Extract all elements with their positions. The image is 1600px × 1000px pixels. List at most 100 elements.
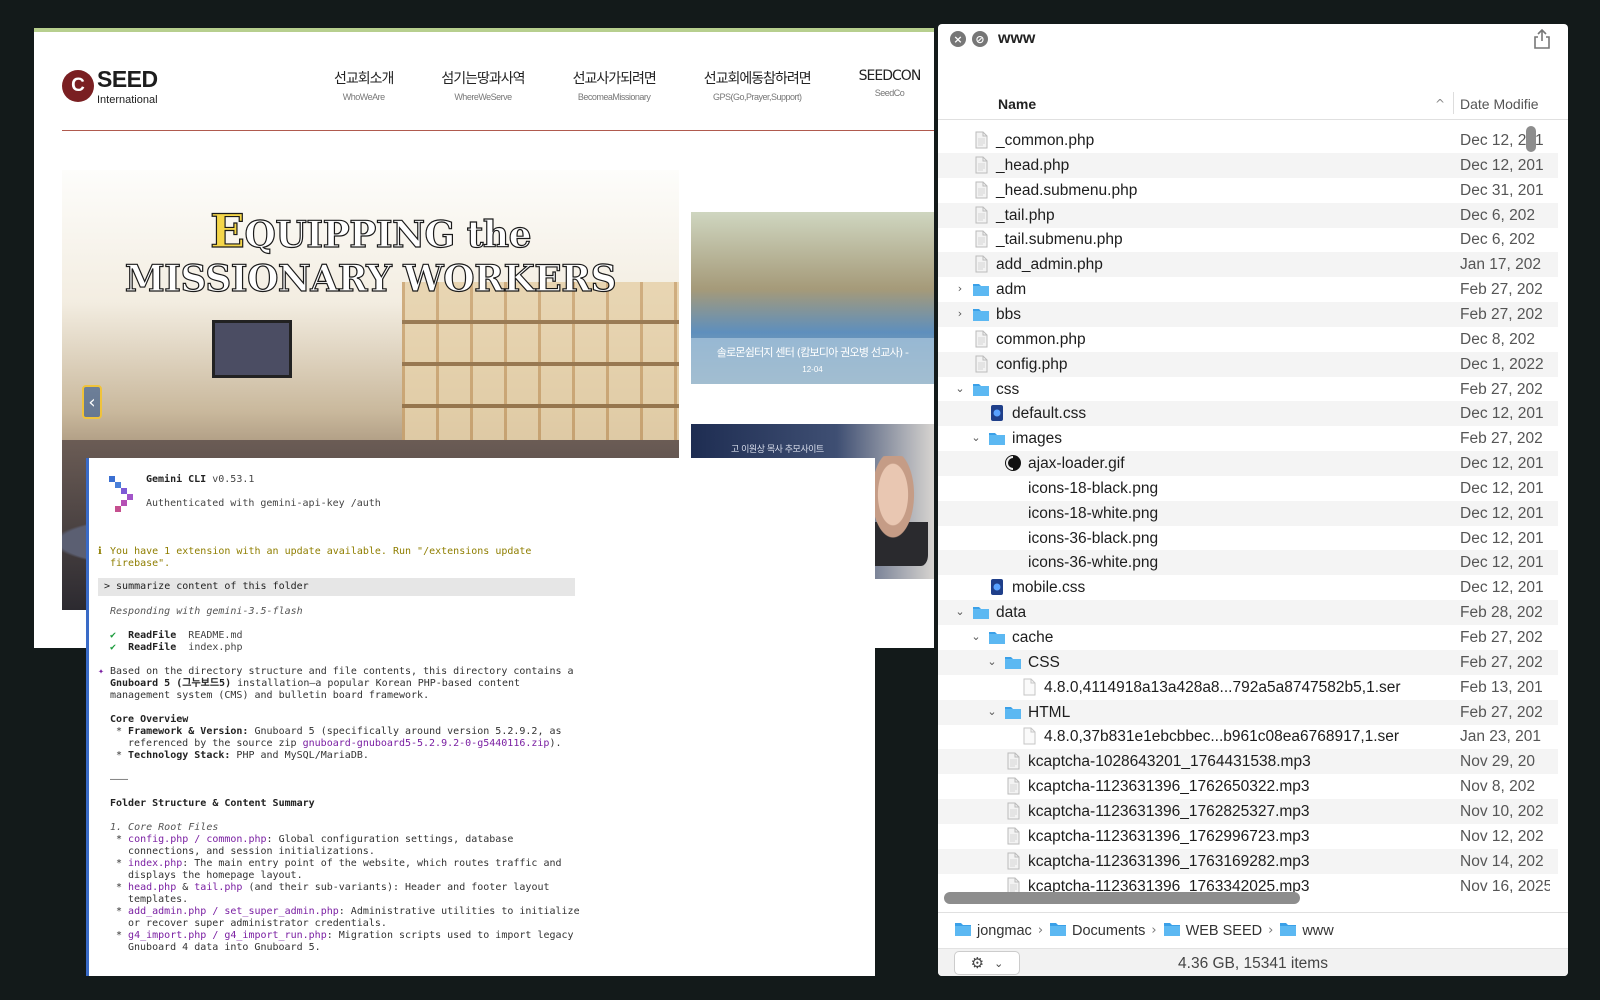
file-row[interactable]: kcaptcha-1028643201_1764431538.mp3 Nov 29… bbox=[938, 749, 1558, 775]
file-name: css bbox=[996, 380, 1020, 398]
file-row[interactable]: common.php Dec 8, 202 bbox=[938, 327, 1558, 352]
nav-item-sublabel: WhereWeServe bbox=[454, 92, 512, 102]
file-row[interactable]: kcaptcha-1123631396_1762996723.mp3 Nov 12… bbox=[938, 824, 1558, 849]
nav-item-gps[interactable]: 선교회에동참하려면 GPS(Go,Prayer,Support) bbox=[704, 68, 812, 102]
column-name-header[interactable]: Name bbox=[998, 96, 1036, 112]
item-text: (and their sub-variants): Header and foo… bbox=[242, 882, 550, 893]
item-code: add_admin.php / set_super_admin.php bbox=[128, 906, 339, 917]
column-divider[interactable] bbox=[1453, 92, 1454, 114]
file-date: Dec 12, 201 bbox=[1460, 504, 1544, 522]
folder-icon bbox=[988, 628, 1006, 646]
path-crumb[interactable]: jongmac bbox=[954, 921, 1032, 941]
site-header: C SEED International 선교회소개 WhoWeAre 섬기는땅… bbox=[34, 32, 934, 132]
file-row[interactable]: icons-36-white.png Dec 12, 201 bbox=[938, 550, 1558, 576]
file-row[interactable]: _head.submenu.php Dec 31, 201 bbox=[938, 178, 1558, 203]
file-row[interactable]: ajax-loader.gif Dec 12, 201 bbox=[938, 451, 1558, 477]
file-row[interactable]: kcaptcha-1123631396_1762650322.mp3 Nov 8,… bbox=[938, 774, 1558, 799]
path-crumb-label: WEB SEED bbox=[1185, 922, 1263, 939]
folder-icon bbox=[972, 305, 990, 323]
file-row[interactable]: icons-36-black.png Dec 12, 201 bbox=[938, 526, 1558, 551]
chevron-down-icon[interactable]: ⌄ bbox=[954, 605, 966, 618]
chevron-down-icon[interactable]: ⌄ bbox=[986, 655, 998, 668]
file-row[interactable]: ⌄ data Feb 28, 202 bbox=[938, 600, 1558, 626]
vertical-scrollbar[interactable] bbox=[1526, 126, 1536, 152]
file-row[interactable]: ⌄ css Feb 27, 202 bbox=[938, 377, 1558, 402]
file-date: Feb 27, 202 bbox=[1460, 430, 1543, 448]
file-name: kcaptcha-1123631396_1762825327.mp3 bbox=[1028, 802, 1310, 820]
file-name: _tail.submenu.php bbox=[996, 231, 1123, 249]
file-list: _common.php Dec 12, 201 _head.php Dec 12, 2… bbox=[938, 128, 1568, 908]
file-name: icons-18-white.png bbox=[1028, 504, 1159, 522]
sort-ascending-icon[interactable]: ^ bbox=[1435, 97, 1445, 111]
chevron-right-icon: › bbox=[1268, 923, 1274, 938]
column-header: Name ^ Date Modifie bbox=[938, 86, 1568, 120]
site-logo[interactable]: C SEED International bbox=[62, 66, 158, 106]
file-name: common.php bbox=[996, 330, 1086, 348]
file-row[interactable]: › adm Feb 27, 202 bbox=[938, 277, 1558, 302]
slide-photo-bookshelves bbox=[402, 282, 679, 462]
file-row[interactable]: kcaptcha-1123631396_1763169282.mp3 Nov 14… bbox=[938, 848, 1558, 874]
file-row[interactable]: _head.php Dec 12, 201 bbox=[938, 152, 1558, 178]
file-row[interactable]: 4.8.0,4114918a13a428a8...792a5a8747582b5… bbox=[938, 675, 1558, 700]
file-row[interactable]: icons-18-white.png Dec 12, 201 bbox=[938, 500, 1558, 526]
file-row[interactable]: mobile.css Dec 12, 201 bbox=[938, 575, 1558, 600]
file-row[interactable]: › bbs Feb 27, 202 bbox=[938, 301, 1558, 327]
nav-item-seedcon[interactable]: SEEDCON SeedCo bbox=[859, 68, 922, 102]
file-row[interactable]: 4.8.0,37b831e1ebcbbec...b961c08ea6768917… bbox=[938, 724, 1558, 749]
file-date: Nov 8, 202 bbox=[1460, 778, 1535, 796]
file-date: Nov 29, 20 bbox=[1460, 753, 1535, 771]
tech-stack-label: Technology Stack: bbox=[128, 750, 231, 761]
path-crumb[interactable]: www bbox=[1279, 921, 1334, 941]
file-row[interactable]: _tail.php Dec 6, 202 bbox=[938, 202, 1558, 228]
nav-item-become-missionary[interactable]: 선교사가되려면 BecomeaMissionary bbox=[573, 68, 657, 102]
check-icon: ✔ bbox=[110, 630, 117, 641]
file-row[interactable]: ⌄ images Feb 27, 202 bbox=[938, 426, 1558, 451]
minimize-disabled-icon[interactable]: ⊘ bbox=[972, 31, 988, 47]
file-name: kcaptcha-1123631396_1762650322.mp3 bbox=[1028, 778, 1310, 796]
nav-item-who-we-are[interactable]: 선교회소개 WhoWeAre bbox=[334, 68, 394, 102]
heading-core-overview: Core Overview bbox=[110, 714, 189, 725]
file-row[interactable]: ⌄ CSS Feb 27, 202 bbox=[938, 649, 1558, 675]
chevron-right-icon[interactable]: › bbox=[954, 307, 966, 320]
nav-item-sublabel: BecomeaMissionary bbox=[577, 92, 651, 102]
file-date: Feb 27, 202 bbox=[1460, 703, 1543, 721]
chevron-right-icon[interactable]: › bbox=[954, 282, 966, 295]
file-row[interactable]: _tail.submenu.php Dec 6, 202 bbox=[938, 227, 1558, 252]
news-card-caption: 솔로몬쉼터지 센터 (캄보디아 권오병 선교사) - 12-04 bbox=[691, 338, 934, 384]
css-file-icon bbox=[988, 578, 1006, 596]
column-date-header[interactable]: Date Modifie bbox=[1460, 96, 1539, 112]
nav-item-where-we-serve[interactable]: 섬기는땅과사역 WhereWeServe bbox=[441, 68, 525, 102]
slide-photo-screen bbox=[212, 320, 292, 378]
file-date: Nov 16, 2025 bbox=[1460, 877, 1550, 895]
item-text-cont: Gnuboard 4 data into Gnuboard 5. bbox=[128, 942, 321, 953]
news-card-cambodia[interactable]: 솔로몬쉼터지 센터 (캄보디아 권오병 선교사) - 12-04 bbox=[691, 212, 934, 384]
file-row[interactable]: add_admin.php Jan 17, 202 bbox=[938, 252, 1558, 278]
slider-prev-button[interactable]: ‹ bbox=[82, 385, 102, 419]
file-row[interactable]: default.css Dec 12, 201 bbox=[938, 401, 1558, 427]
horizontal-scrollbar[interactable] bbox=[944, 892, 1300, 904]
path-crumb[interactable]: WEB SEED bbox=[1163, 921, 1263, 941]
document-icon bbox=[972, 206, 990, 224]
close-icon[interactable]: × bbox=[950, 31, 966, 47]
file-row[interactable]: ⌄ HTML Feb 27, 202 bbox=[938, 699, 1558, 725]
gemini-cli-terminal[interactable]: Gemini CLI v0.53.1 Authenticated with ge… bbox=[86, 458, 875, 976]
file-name: ajax-loader.gif bbox=[1028, 455, 1125, 473]
file-row[interactable]: kcaptcha-1123631396_1762825327.mp3 Nov 10… bbox=[938, 798, 1558, 824]
path-crumb[interactable]: Documents bbox=[1049, 921, 1145, 941]
file-name: _common.php bbox=[996, 132, 1095, 149]
file-row[interactable]: _common.php Dec 12, 201 bbox=[938, 128, 1558, 153]
file-row[interactable]: icons-18-black.png Dec 12, 201 bbox=[938, 476, 1558, 501]
file-date: Dec 12, 201 bbox=[1460, 132, 1544, 149]
file-row[interactable]: ⌄ cache Feb 27, 202 bbox=[938, 625, 1558, 650]
item-text: & bbox=[176, 882, 195, 893]
share-icon[interactable] bbox=[1532, 28, 1552, 50]
chevron-down-icon[interactable]: ⌄ bbox=[970, 431, 982, 444]
path-crumb-label: www bbox=[1302, 922, 1334, 939]
chevron-down-icon[interactable]: ⌄ bbox=[954, 382, 966, 395]
document-icon bbox=[1004, 777, 1022, 795]
chevron-down-icon[interactable]: ⌄ bbox=[986, 705, 998, 718]
file-row[interactable]: config.php Dec 1, 2022 bbox=[938, 351, 1558, 377]
framework-label: Framework & Version: bbox=[128, 726, 249, 737]
folder-icon bbox=[972, 603, 990, 621]
chevron-down-icon[interactable]: ⌄ bbox=[970, 630, 982, 643]
